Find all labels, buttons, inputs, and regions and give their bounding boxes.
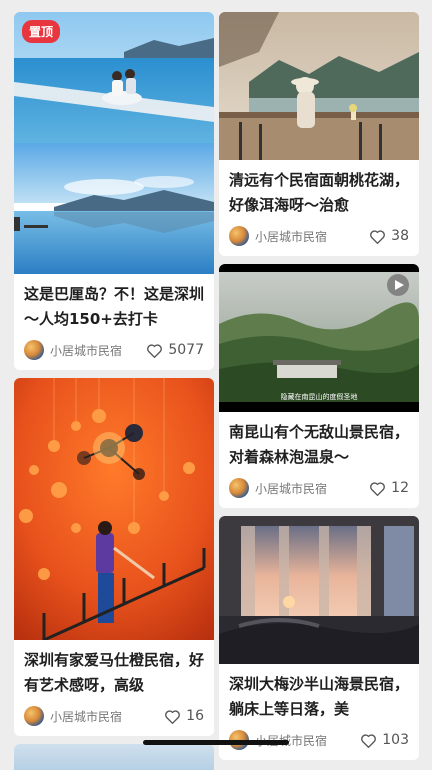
play-icon[interactable]	[387, 274, 409, 296]
post-card[interactable]: 深圳有家爱马仕橙民宿，好有艺术感呀，高级 小居城市民宿 16	[14, 378, 214, 736]
post-card[interactable]: 深圳大梅沙半山海景民宿，躺床上等日落，美 小居城市民宿 103	[219, 516, 419, 760]
author-name[interactable]: 小居城市民宿	[50, 342, 146, 359]
post-meta: 小居城市民宿 38	[219, 218, 419, 256]
heart-icon	[370, 481, 386, 496]
post-meta: 小居城市民宿 16	[14, 698, 214, 736]
post-title[interactable]: 深圳大梅沙半山海景民宿，躺床上等日落，美	[219, 664, 419, 722]
heart-icon	[361, 733, 377, 748]
home-indicator[interactable]	[143, 740, 289, 745]
post-cover-image[interactable]: 置顶	[14, 12, 214, 274]
post-title[interactable]: 南昆山有个无敌山景民宿，对着森林泡温泉～	[219, 412, 419, 470]
post-meta: 小居城市民宿 5077	[14, 332, 214, 370]
author-avatar[interactable]	[229, 226, 249, 246]
heart-icon	[147, 343, 163, 358]
like-count: 16	[186, 708, 204, 724]
post-video-cover[interactable]: 隐藏在南昆山的度假圣地	[219, 264, 419, 412]
like-button[interactable]: 38	[369, 228, 409, 244]
heart-icon	[370, 229, 386, 244]
video-caption: 隐藏在南昆山的度假圣地	[280, 393, 358, 401]
heart-icon	[165, 709, 181, 724]
post-cover-image[interactable]	[219, 516, 419, 664]
like-button[interactable]: 16	[164, 708, 204, 724]
post-cover-image[interactable]	[219, 12, 419, 160]
author-avatar[interactable]	[24, 706, 44, 726]
author-name[interactable]: 小居城市民宿	[255, 480, 369, 497]
post-title[interactable]: 这是巴厘岛？不！这是深圳～人均150+去打卡	[14, 274, 214, 332]
like-button[interactable]: 103	[360, 732, 409, 748]
post-card[interactable]: 清远有个民宿面朝桃花湖，好像洱海呀～治愈 小居城市民宿 38	[219, 12, 419, 256]
lake-view-photo	[219, 12, 419, 160]
like-count: 103	[382, 732, 409, 748]
like-button[interactable]: 12	[369, 480, 409, 496]
feed-column-right: 清远有个民宿面朝桃花湖，好像洱海呀～治愈 小居城市民宿 38 隐藏在南昆山的度假…	[219, 12, 419, 768]
post-cover-image[interactable]	[14, 378, 214, 640]
author-avatar[interactable]	[229, 478, 249, 498]
post-cover-image[interactable]	[14, 744, 214, 770]
post-title[interactable]: 深圳有家爱马仕橙民宿，好有艺术感呀，高级	[14, 640, 214, 698]
pool-photo	[14, 12, 214, 274]
sunset-bedroom-photo	[219, 516, 419, 664]
author-avatar[interactable]	[24, 340, 44, 360]
author-name[interactable]: 小居城市民宿	[50, 708, 164, 725]
post-meta: 小居城市民宿 12	[219, 470, 419, 508]
orange-room-photo	[14, 378, 214, 640]
author-name[interactable]: 小居城市民宿	[255, 228, 369, 245]
feed-column-left: 置顶 这是巴厘岛？不！这是深圳～人均150+去打卡 小居城市民宿 5077 深圳…	[14, 12, 214, 770]
like-count: 38	[391, 228, 409, 244]
post-title[interactable]: 清远有个民宿面朝桃花湖，好像洱海呀～治愈	[219, 160, 419, 218]
like-count: 5077	[168, 342, 204, 358]
pinned-badge: 置顶	[22, 20, 61, 43]
like-count: 12	[391, 480, 409, 496]
post-card[interactable]: 置顶 这是巴厘岛？不！这是深圳～人均150+去打卡 小居城市民宿 5077	[14, 12, 214, 370]
like-button[interactable]: 5077	[146, 342, 204, 358]
post-card[interactable]: 隐藏在南昆山的度假圣地 南昆山有个无敌山景民宿，对着森林泡温泉～ 小居城市民宿 …	[219, 264, 419, 508]
post-card-partial[interactable]	[14, 744, 214, 770]
